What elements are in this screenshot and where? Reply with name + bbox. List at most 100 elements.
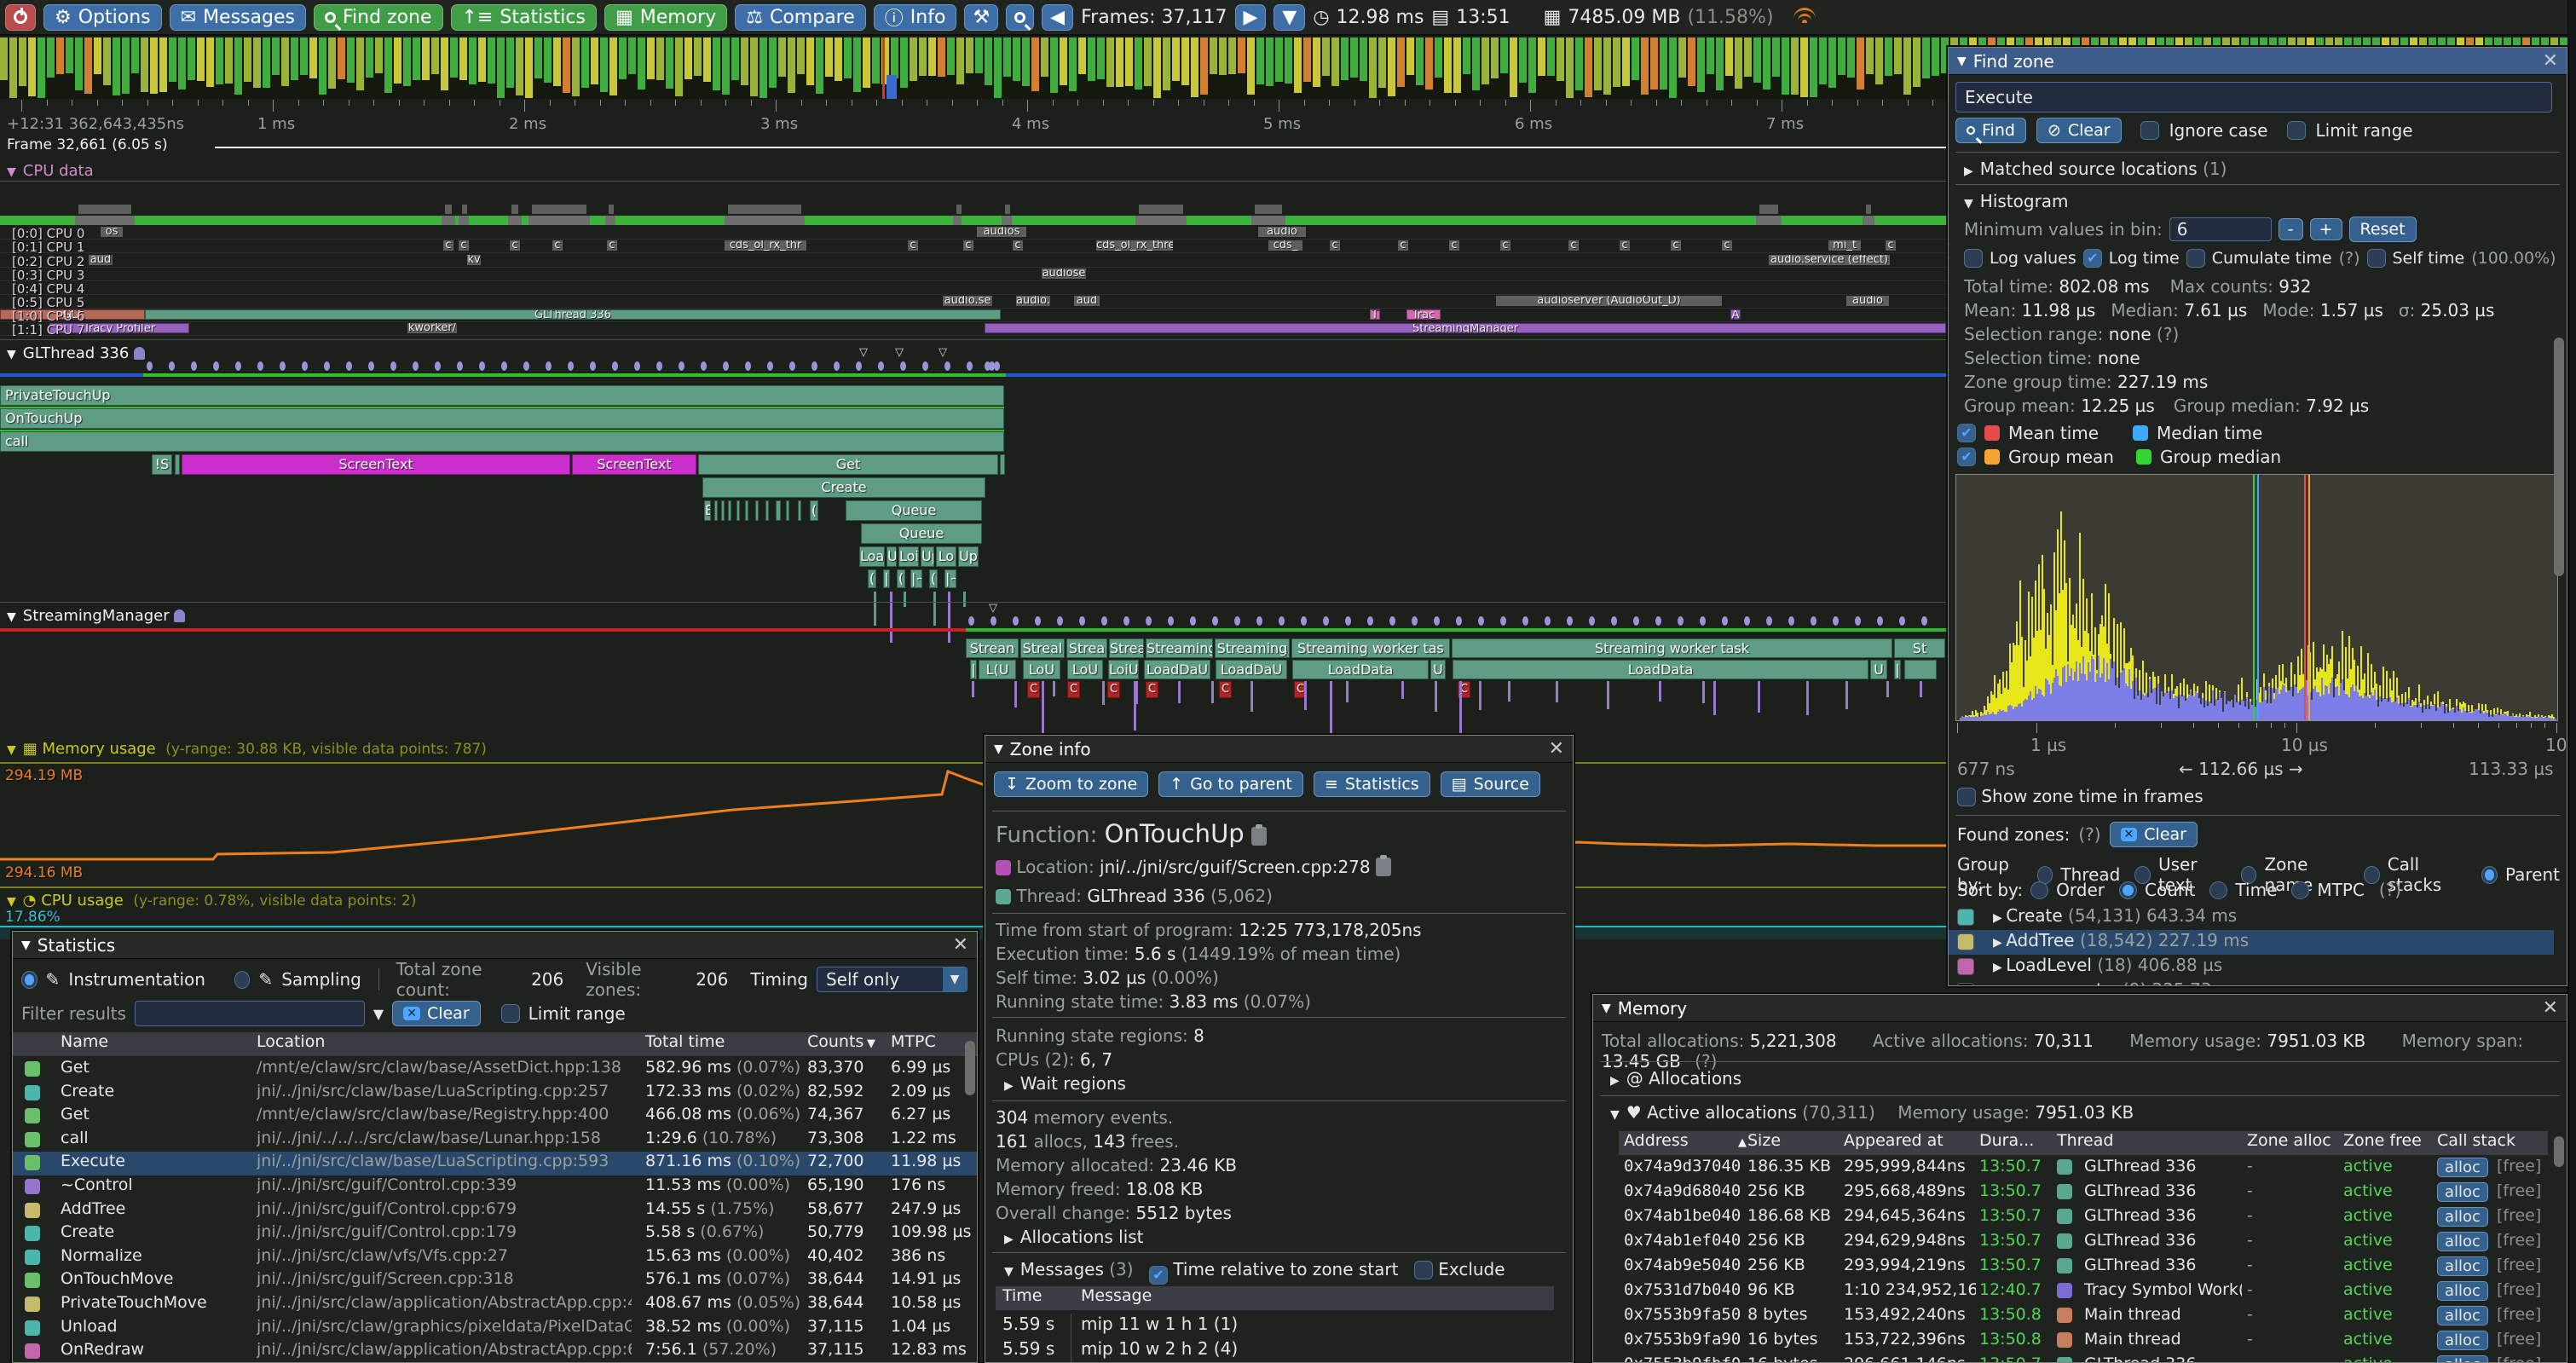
zone-bar[interactable] [776, 500, 781, 521]
sample-dot[interactable] [1035, 616, 1041, 626]
sample-dot[interactable] [1611, 616, 1617, 626]
statistics-row[interactable]: Normalizejni/../jni/src/claw/vfs/Vfs.cpp… [13, 1246, 978, 1270]
sample-dot[interactable] [191, 361, 197, 371]
zone-bar[interactable]: Up [921, 546, 934, 567]
sample-dot[interactable] [1057, 616, 1063, 626]
sample-dot[interactable] [1456, 616, 1462, 626]
clipboard-icon[interactable] [1376, 858, 1391, 876]
cpu-zone-segment[interactable]: kworker/ [407, 323, 457, 333]
streaming-zone-bar[interactable]: Streaming [1146, 638, 1213, 658]
sample-dot[interactable] [1655, 616, 1661, 626]
zone-bar[interactable]: Queue [846, 500, 982, 521]
next-frame-button[interactable]: ▶ [1235, 4, 1267, 31]
message-marker-icon[interactable]: ▽ [939, 346, 947, 359]
cpu-zone-segment[interactable]: c [552, 240, 563, 251]
message-marker-icon[interactable]: ▽ [895, 346, 904, 359]
sample-dot[interactable] [1545, 616, 1551, 626]
sample-dot[interactable] [346, 361, 352, 371]
sample-dot[interactable] [1811, 616, 1816, 626]
zone-bar[interactable]: !S [152, 454, 172, 475]
alloc-button[interactable]: alloc [2437, 1256, 2488, 1276]
sample-dot[interactable] [169, 361, 175, 371]
min-bin-input[interactable]: 6 [2169, 217, 2272, 241]
cpu-zone-segment[interactable]: c [1568, 240, 1579, 251]
sample-dot[interactable] [1567, 616, 1573, 626]
zone-bar[interactable]: |~ [910, 569, 922, 588]
zone-bar[interactable]: ( [810, 500, 818, 521]
streaming-zone-bar[interactable]: Streal [1020, 638, 1065, 658]
cpu-zone-segment[interactable]: c [963, 240, 973, 251]
cpu-zone-segment[interactable]: cds_ [1268, 240, 1302, 251]
zone-source-button[interactable]: ▤Source [1441, 771, 1540, 797]
frame-label[interactable]: Frame 32,661 (6.05 s) [7, 136, 168, 153]
sample-dot[interactable] [1301, 616, 1307, 626]
sample-dot[interactable] [1146, 616, 1152, 626]
sample-dot[interactable] [878, 361, 884, 371]
sample-dot[interactable] [1434, 616, 1440, 626]
streaming-zone-bar[interactable]: Strean [966, 638, 1019, 658]
radio-count[interactable] [2119, 881, 2137, 899]
radio-parent[interactable] [2481, 866, 2498, 884]
exclude-children-checkbox[interactable] [1414, 1261, 1433, 1279]
sample-dot[interactable] [1478, 616, 1484, 626]
streaming-zone-bar[interactable]: LoadData [1453, 660, 1868, 679]
close-icon[interactable]: ✕ [2543, 50, 2558, 72]
instrumentation-radio[interactable] [21, 971, 38, 989]
zone-bar[interactable]: call [0, 431, 1004, 452]
statistics-row[interactable]: Get/mnt/e/claw/src/claw/base/Registry.hp… [13, 1105, 978, 1129]
cpu-usage-header[interactable]: ▼◔ CPU usage (y-range: 0.78%, visible da… [7, 892, 416, 910]
compare-button[interactable]: ⚖Compare [735, 4, 866, 31]
sampling-radio[interactable] [234, 971, 251, 989]
clear-button[interactable]: ⊘Clear [2036, 118, 2122, 143]
show-zone-time-checkbox[interactable] [1957, 788, 1976, 806]
statistics-button[interactable]: ↑≡Statistics [451, 4, 597, 31]
alloc-button[interactable]: alloc [2437, 1232, 2488, 1251]
messages-table-header[interactable]: Time Message [996, 1286, 1554, 1310]
zone-bar[interactable]: U [887, 546, 897, 567]
messages-button[interactable]: ✉Messages [170, 4, 306, 31]
statistics-panel-header[interactable]: ▼Statistics✕ [13, 932, 977, 959]
zone-bar[interactable]: PrivateTouchUp [0, 385, 1004, 406]
cpu-zone-segment[interactable]: StreamingManager [985, 323, 1946, 333]
zone-bar[interactable]: Loi [898, 546, 919, 567]
alloc-button[interactable]: alloc [2437, 1331, 2488, 1350]
window-scrollbar[interactable] [2567, 0, 2576, 1363]
sample-dot[interactable] [368, 361, 374, 371]
streaming-zone-bar[interactable]: U [1870, 660, 1887, 679]
streaming-zone-bar[interactable]: U [1430, 660, 1446, 679]
zone-bar[interactable] [786, 500, 789, 521]
cpu-zone-segment[interactable]: c [443, 240, 453, 251]
zone-bar[interactable] [1000, 454, 1005, 475]
memory-allocation-row[interactable]: 0x7553b9fa508 bytes153,492,240ns13:50.8M… [1619, 1305, 2548, 1330]
streaming-zone-bar[interactable]: St [1894, 638, 1945, 658]
allocations-expander[interactable]: ▶@ Allocations [1610, 1068, 1741, 1089]
found-zone-row[interactable]: ▶ Create (54,131) 643.34 ms [1949, 905, 2554, 930]
sample-dot[interactable] [1212, 616, 1218, 626]
streaming-zone-bar[interactable] [1904, 660, 1937, 679]
zone-bar[interactable] [714, 500, 718, 521]
sample-dot[interactable] [1833, 616, 1839, 626]
zone-statistics-button[interactable]: ≡Statistics [1314, 771, 1430, 797]
sample-dot[interactable] [479, 361, 485, 371]
zone-bar[interactable]: E [704, 500, 711, 521]
statistics-row[interactable]: PrivateTouchMovejni/../jni/src/claw/appl… [13, 1293, 978, 1317]
message-marker-icon[interactable]: ▽ [989, 602, 997, 615]
sample-dot[interactable] [1123, 616, 1129, 626]
sample-dot[interactable] [789, 361, 795, 371]
glthread-header[interactable]: ▼GLThread 336 [7, 344, 145, 362]
cpu-zone-segment[interactable]: kv [467, 255, 481, 265]
find-zone-query-input[interactable]: Execute [1955, 82, 2552, 113]
sample-dot[interactable] [147, 361, 153, 371]
cpu-zone-segment[interactable]: audio [1846, 296, 1889, 306]
found-zone-row[interactable]: ▶ <no parent> (9) 225.73 µs [1949, 979, 2554, 986]
memory-allocation-row[interactable]: 0x74ab1be040186.68 KB294,645,364ns13:50.… [1619, 1206, 2548, 1231]
zone-bar[interactable] [765, 500, 769, 521]
found-zone-row[interactable]: ▶ AddTree (18,542) 227.19 ms [1949, 930, 2554, 955]
info-button[interactable]: ⓘInfo [874, 4, 957, 31]
sample-dot[interactable] [944, 361, 950, 371]
sample-dot[interactable] [390, 361, 396, 371]
sample-dot[interactable] [1744, 616, 1750, 626]
streaming-zone-bar[interactable]: LoU [1023, 660, 1060, 679]
mean-time-checkbox[interactable]: ✔ [1957, 424, 1976, 442]
found-zone-row[interactable]: ▶ LoadLevel (18) 406.88 µs [1949, 955, 2554, 979]
